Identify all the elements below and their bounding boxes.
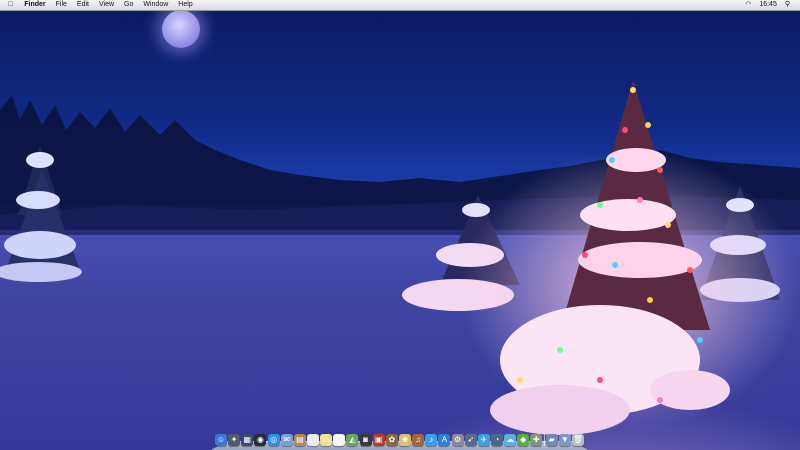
menu-view[interactable]: View [94, 0, 119, 10]
dock-icons: ☺ ✦ ▦ ◉ ◎ ✉ ▤ 17 ▭ ☰ ◭ ◙ ▣ ✿ ❀ ♫ ♪ A ⚙ ➶ ✈ ◔ ☁ ◆ ✚ ▰ ▼ 🗑 [215, 430, 584, 446]
menu-bar-extras: ◠ 16:45 ⚲ [741, 0, 800, 10]
maps-icon[interactable]: ◭ [346, 434, 359, 446]
wifi-icon[interactable]: ◠ [741, 0, 755, 10]
contacts-icon[interactable]: ▤ [293, 434, 306, 446]
applications-folder-icon[interactable]: ▰ [545, 434, 558, 446]
calendar-icon[interactable]: 17 [306, 434, 319, 446]
launchpad-icon[interactable]: ✦ [228, 434, 241, 446]
reminders-icon[interactable]: ☰ [333, 434, 346, 446]
rocket-icon[interactable]: ➶ [464, 434, 477, 446]
menu-app-name[interactable]: Finder [19, 0, 50, 10]
clock[interactable]: 16:45 [755, 0, 781, 10]
dock-separator [543, 434, 545, 446]
weather-icon[interactable]: ☁ [504, 434, 517, 446]
system-preferences-icon[interactable]: ⚙ [451, 434, 464, 446]
evernote-icon[interactable]: ◆ [517, 434, 530, 446]
menu-file[interactable]: File [51, 0, 72, 10]
iphoto-icon[interactable]: ❀ [398, 434, 411, 446]
wallpaper-scenery [0, 80, 800, 435]
app-store-icon[interactable]: A [438, 434, 451, 446]
mission-control-icon[interactable]: ▦ [241, 434, 254, 446]
desktop[interactable]:  Finder File Edit View Go Window Help ◠… [0, 0, 800, 450]
downloads-folder-icon[interactable]: ▼ [558, 434, 571, 446]
notes-icon[interactable]: ▭ [320, 434, 333, 446]
menu-window[interactable]: Window [138, 0, 173, 10]
garageband-icon[interactable]: ♫ [412, 434, 425, 446]
dashboard-icon[interactable]: ◉ [254, 434, 267, 446]
apple-logo-icon[interactable]:  [0, 0, 19, 10]
photo-booth-icon[interactable]: ◙ [359, 434, 372, 446]
menu-bar:  Finder File Edit View Go Window Help ◠… [0, 0, 800, 11]
safari-icon[interactable]: ◎ [267, 434, 280, 446]
itunes-icon[interactable]: ♪ [425, 434, 438, 446]
spotlight-icon[interactable]: ⚲ [781, 0, 794, 10]
menu-help[interactable]: Help [173, 0, 197, 10]
trash-icon[interactable]: 🗑 [571, 434, 584, 446]
menu-go[interactable]: Go [119, 0, 138, 10]
menu-edit[interactable]: Edit [72, 0, 94, 10]
facetime-icon[interactable]: ▣ [372, 434, 385, 446]
utility-icon[interactable]: ✚ [530, 434, 543, 446]
finder-icon[interactable]: ☺ [215, 434, 227, 446]
dock: ☺ ✦ ▦ ◉ ◎ ✉ ▤ 17 ▭ ☰ ◭ ◙ ▣ ✿ ❀ ♫ ♪ A ⚙ ➶ ✈ ◔ ☁ ◆ ✚ ▰ ▼ 🗑 [209, 428, 590, 450]
time-machine-icon[interactable]: ◔ [490, 434, 503, 446]
photos-icon[interactable]: ✿ [385, 434, 398, 446]
mail-icon[interactable]: ✉ [280, 434, 293, 446]
bird-icon[interactable]: ✈ [477, 434, 490, 446]
